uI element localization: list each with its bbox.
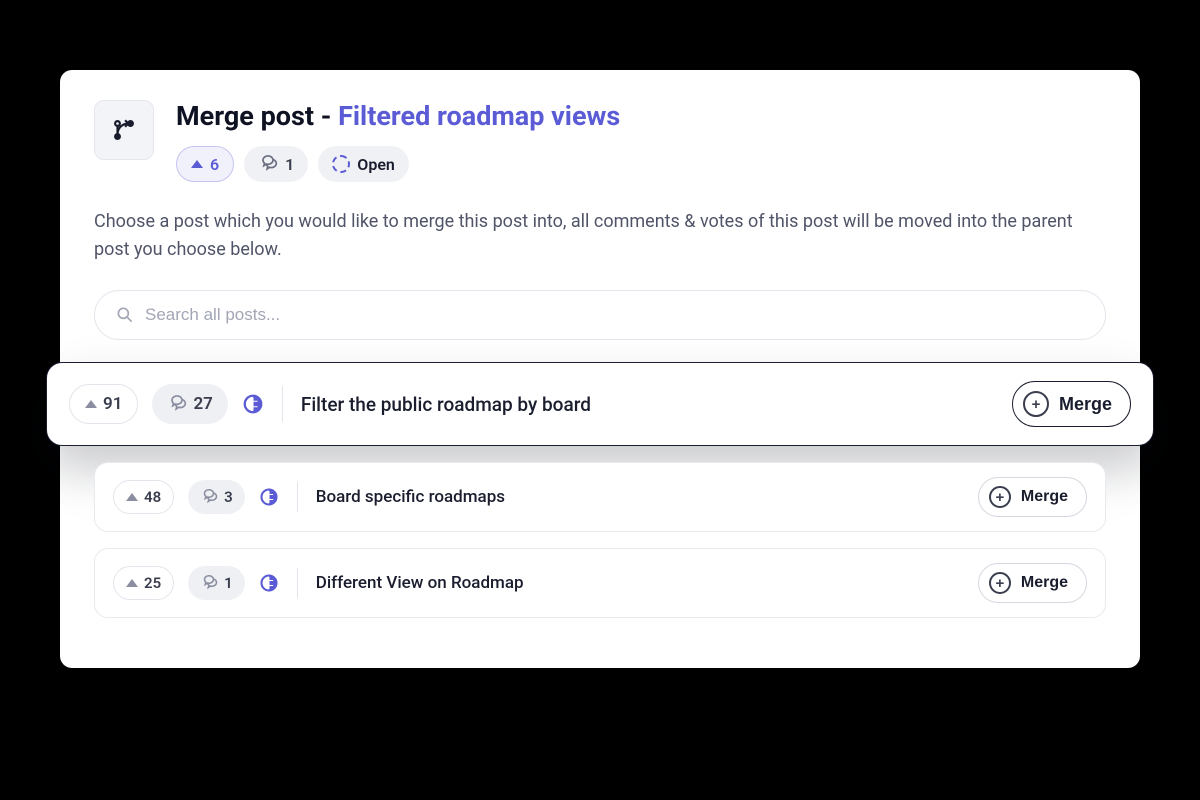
status-pill[interactable]: Open bbox=[318, 146, 409, 182]
merge-post-dialog: Merge post - Filtered roadmap views 6 1 bbox=[60, 70, 1140, 668]
dialog-header: Merge post - Filtered roadmap views 6 1 bbox=[94, 100, 1106, 182]
result-row[interactable]: 91 27 Filter the public roadmap by board… bbox=[46, 362, 1154, 446]
status-indicator-icon bbox=[259, 487, 279, 507]
upvote-count: 25 bbox=[144, 574, 161, 592]
result-title: Filter the public roadmap by board bbox=[301, 393, 998, 416]
comments-icon bbox=[167, 394, 187, 414]
comments-count: 1 bbox=[285, 155, 294, 174]
comments-pill[interactable]: 1 bbox=[244, 146, 308, 182]
divider bbox=[282, 386, 283, 422]
upvote-icon bbox=[85, 400, 97, 408]
status-open-icon bbox=[332, 155, 350, 173]
merge-label: Merge bbox=[1059, 394, 1112, 415]
merge-icon bbox=[94, 100, 154, 160]
status-label: Open bbox=[357, 155, 395, 174]
result-row[interactable]: 25 1 Different View on Roadmap + Merge bbox=[94, 548, 1106, 618]
post-name-link[interactable]: Filtered roadmap views bbox=[338, 100, 620, 132]
search-box[interactable] bbox=[94, 290, 1106, 340]
comments-icon bbox=[200, 574, 218, 592]
comments-count: 3 bbox=[224, 488, 233, 506]
title-block: Merge post - Filtered roadmap views 6 1 bbox=[176, 100, 1106, 182]
search-input[interactable] bbox=[145, 305, 1085, 325]
plus-icon: + bbox=[1023, 391, 1049, 417]
upvote-icon bbox=[126, 579, 138, 587]
result-row[interactable]: 48 3 Board specific roadmaps + Merge bbox=[94, 462, 1106, 532]
status-indicator-icon bbox=[242, 393, 264, 415]
upvote-count: 91 bbox=[103, 394, 122, 414]
comments-count: 1 bbox=[224, 574, 233, 592]
status-indicator-icon bbox=[259, 573, 279, 593]
upvote-pill[interactable]: 6 bbox=[176, 146, 234, 182]
search-icon bbox=[115, 305, 135, 325]
plus-icon: + bbox=[989, 572, 1011, 594]
upvote-icon bbox=[191, 160, 203, 168]
merge-label: Merge bbox=[1021, 574, 1068, 592]
dialog-description: Choose a post which you would like to me… bbox=[94, 208, 1106, 264]
upvote-pill[interactable]: 91 bbox=[69, 384, 138, 424]
merge-label: Merge bbox=[1021, 488, 1068, 506]
merge-button[interactable]: + Merge bbox=[1012, 381, 1131, 427]
upvote-pill[interactable]: 48 bbox=[113, 480, 174, 514]
comments-icon bbox=[200, 488, 218, 506]
comments-pill[interactable]: 27 bbox=[152, 384, 227, 424]
post-meta: 6 1 Open bbox=[176, 146, 1106, 182]
divider bbox=[297, 482, 298, 512]
plus-icon: + bbox=[989, 486, 1011, 508]
upvote-pill[interactable]: 25 bbox=[113, 566, 174, 600]
comments-count: 27 bbox=[193, 394, 212, 414]
divider bbox=[297, 568, 298, 598]
dialog-title: Merge post - Filtered roadmap views bbox=[176, 100, 1106, 132]
upvote-count: 6 bbox=[210, 155, 219, 174]
comments-icon bbox=[258, 154, 278, 174]
comments-pill[interactable]: 1 bbox=[188, 566, 245, 600]
upvote-icon bbox=[126, 493, 138, 501]
title-prefix: Merge post - bbox=[176, 100, 338, 132]
merge-button[interactable]: + Merge bbox=[978, 563, 1087, 603]
result-title: Board specific roadmaps bbox=[316, 487, 964, 507]
upvote-count: 48 bbox=[144, 488, 161, 506]
comments-pill[interactable]: 3 bbox=[188, 480, 245, 514]
merge-button[interactable]: + Merge bbox=[978, 477, 1087, 517]
result-title: Different View on Roadmap bbox=[316, 573, 964, 593]
